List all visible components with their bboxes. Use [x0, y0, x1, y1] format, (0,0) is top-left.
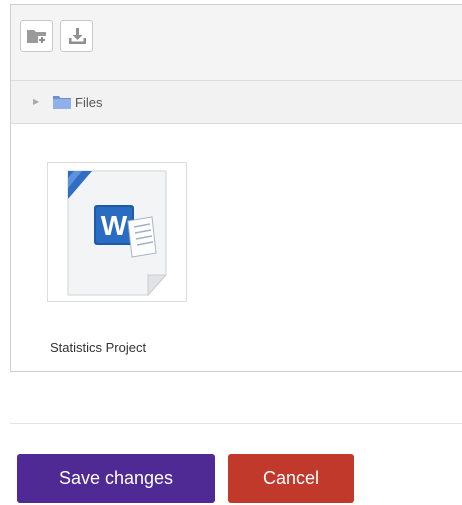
create-folder-button[interactable] [20, 20, 53, 52]
file-manager-toolbar [11, 5, 462, 81]
word-document-icon: W [67, 170, 168, 297]
file-thumbnail[interactable]: W [47, 162, 187, 302]
folder-add-icon [26, 30, 46, 44]
folder-icon [53, 96, 71, 109]
file-name-label[interactable]: Statistics Project [50, 340, 146, 355]
page: ▶ Files W Statistics Project Save change… [0, 0, 462, 505]
file-manager: ▶ Files W Statistics Project [10, 4, 462, 372]
svg-text:W: W [101, 210, 128, 241]
form-divider [10, 423, 462, 424]
file-list: W Statistics Project [11, 124, 462, 371]
folder-path-label[interactable]: Files [75, 95, 102, 110]
download-icon [68, 28, 86, 44]
download-button[interactable] [60, 20, 93, 52]
expand-arrow-icon[interactable]: ▶ [33, 97, 39, 106]
save-changes-button[interactable]: Save changes [17, 454, 215, 503]
cancel-button[interactable]: Cancel [228, 454, 354, 503]
folder-path-bar: ▶ Files [11, 81, 462, 124]
